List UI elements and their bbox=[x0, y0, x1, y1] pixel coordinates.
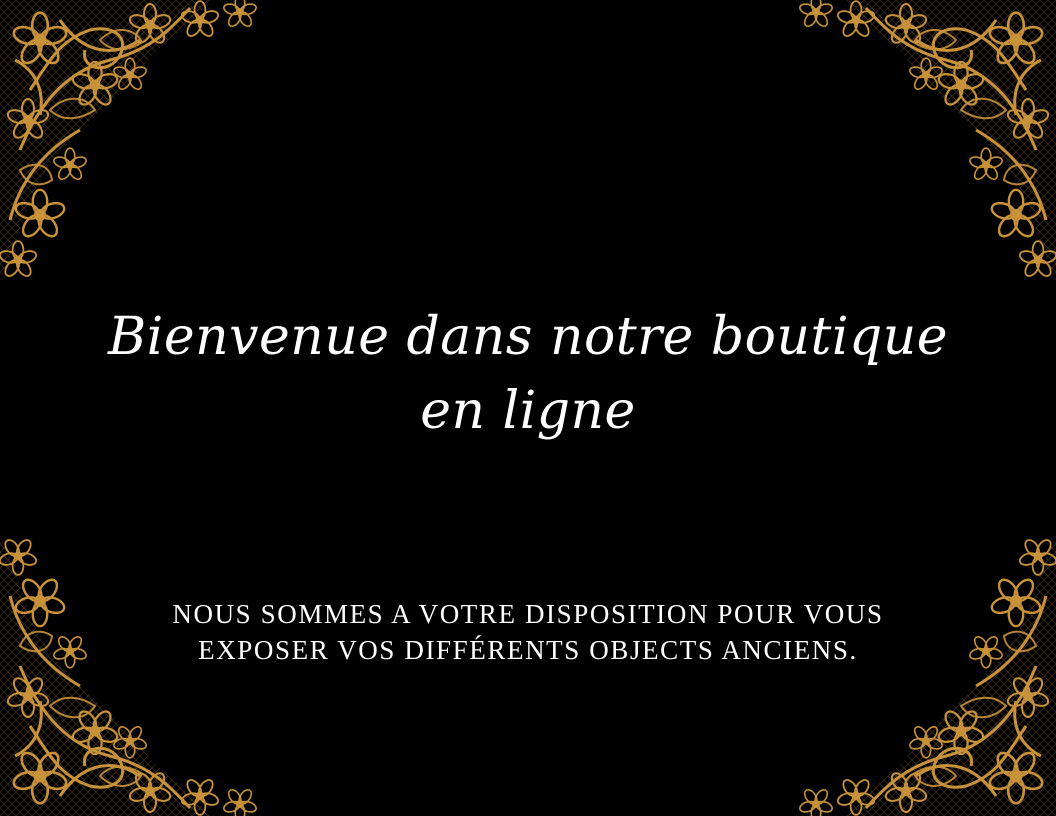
subtitle-line-2: EXPOSER VOS DIFFÉRENTS OBJECTS ANCIENS. bbox=[198, 635, 858, 665]
page-title: Bienvenue dans notre boutique en ligne bbox=[0, 300, 1056, 448]
title-line-1: Bienvenue dans notre boutique bbox=[107, 307, 949, 367]
lace-corner-top-right-icon bbox=[756, 0, 1056, 300]
welcome-card: Bienvenue dans notre boutique en ligne N… bbox=[0, 0, 1056, 816]
subtitle-line-1: NOUS SOMMES A VOTRE DISPOSITION POUR VOU… bbox=[172, 599, 884, 629]
page-subtitle: NOUS SOMMES A VOTRE DISPOSITION POUR VOU… bbox=[0, 596, 1056, 668]
title-line-2: en ligne bbox=[420, 381, 636, 441]
lace-corner-top-left-icon bbox=[0, 0, 300, 300]
